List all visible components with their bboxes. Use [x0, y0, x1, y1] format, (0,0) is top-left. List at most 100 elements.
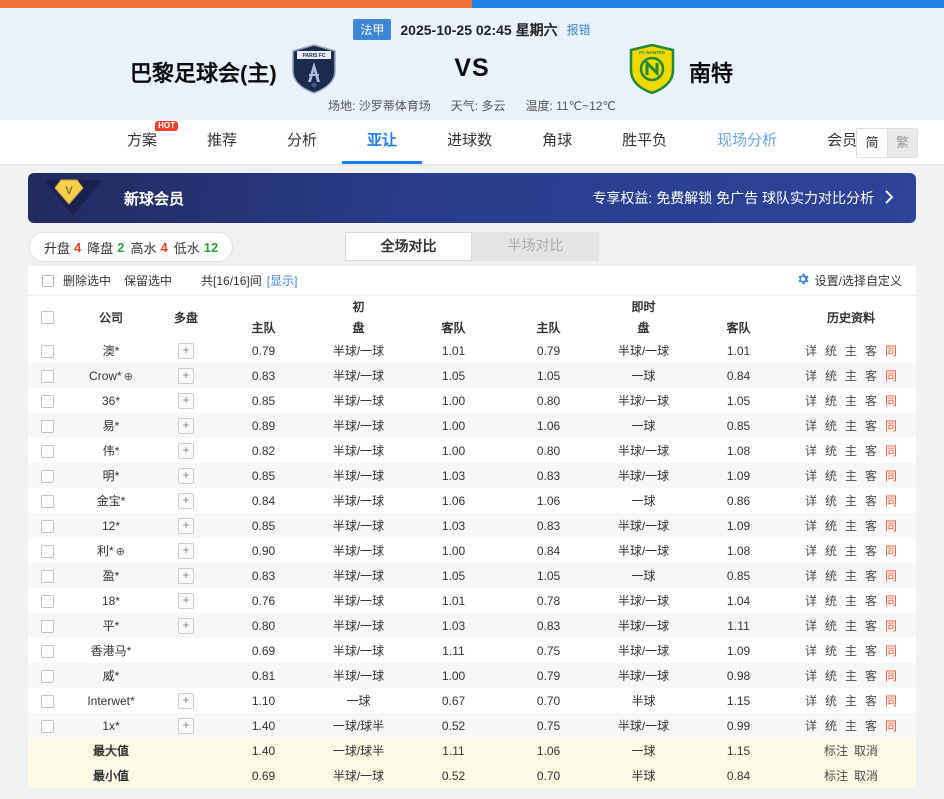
multi-odds-expand-button[interactable]: +: [178, 343, 194, 359]
company-name[interactable]: 易*: [103, 419, 120, 433]
history-same-link[interactable]: 同: [885, 419, 897, 433]
history-detail-link[interactable]: 详: [805, 494, 817, 508]
row-checkbox[interactable]: [41, 570, 54, 583]
history-stats-link[interactable]: 统: [825, 519, 837, 533]
history-away-link[interactable]: 客: [865, 544, 877, 558]
history-detail-link[interactable]: 详: [805, 544, 817, 558]
history-same-link[interactable]: 同: [885, 469, 897, 483]
history-detail-link[interactable]: 详: [805, 444, 817, 458]
multi-odds-expand-button[interactable]: +: [178, 418, 194, 434]
company-name[interactable]: Interwet*: [87, 694, 134, 708]
company-name[interactable]: 威*: [103, 669, 120, 683]
nav-tab-live-analysis[interactable]: 现场分析: [692, 120, 802, 164]
row-checkbox[interactable]: [41, 645, 54, 658]
select-all-checkbox[interactable]: [41, 311, 54, 324]
history-home-link[interactable]: 主: [845, 669, 857, 683]
nav-tab-win-draw-lose[interactable]: 胜平负: [597, 120, 692, 164]
history-stats-link[interactable]: 统: [825, 344, 837, 358]
history-away-link[interactable]: 客: [865, 444, 877, 458]
row-checkbox[interactable]: [41, 370, 54, 383]
multi-odds-expand-button[interactable]: +: [178, 393, 194, 409]
row-checkbox[interactable]: [41, 595, 54, 608]
history-same-link[interactable]: 同: [885, 694, 897, 708]
history-stats-link[interactable]: 统: [825, 644, 837, 658]
history-stats-link[interactable]: 统: [825, 369, 837, 383]
history-away-link[interactable]: 客: [865, 644, 877, 658]
history-away-link[interactable]: 客: [865, 344, 877, 358]
history-away-link[interactable]: 客: [865, 369, 877, 383]
history-detail-link[interactable]: 详: [805, 344, 817, 358]
row-checkbox[interactable]: [41, 545, 54, 558]
history-stats-link[interactable]: 统: [825, 569, 837, 583]
history-same-link[interactable]: 同: [885, 369, 897, 383]
cancel-link[interactable]: 取消: [854, 744, 878, 758]
history-away-link[interactable]: 客: [865, 669, 877, 683]
report-error-link[interactable]: 报错: [567, 21, 591, 38]
company-name[interactable]: 平*: [103, 619, 120, 633]
history-detail-link[interactable]: 详: [805, 644, 817, 658]
company-name[interactable]: 1x*: [102, 719, 119, 733]
company-name[interactable]: 利*: [97, 544, 114, 558]
row-checkbox[interactable]: [41, 520, 54, 533]
multi-odds-expand-button[interactable]: +: [178, 693, 194, 709]
league-badge[interactable]: 法甲: [353, 19, 391, 40]
row-checkbox[interactable]: [41, 345, 54, 358]
history-home-link[interactable]: 主: [845, 644, 857, 658]
vip-member-banner[interactable]: V 新球会员 专享权益: 免费解锁 免广告 球队实力对比分析: [28, 173, 916, 223]
row-checkbox[interactable]: [41, 720, 54, 733]
history-same-link[interactable]: 同: [885, 544, 897, 558]
history-stats-link[interactable]: 统: [825, 494, 837, 508]
history-detail-link[interactable]: 详: [805, 669, 817, 683]
half-match-compare-tab[interactable]: 半场对比: [472, 232, 599, 261]
company-name[interactable]: 明*: [103, 469, 120, 483]
row-checkbox[interactable]: [41, 670, 54, 683]
row-checkbox[interactable]: [41, 445, 54, 458]
history-home-link[interactable]: 主: [845, 344, 857, 358]
history-stats-link[interactable]: 统: [825, 419, 837, 433]
history-home-link[interactable]: 主: [845, 519, 857, 533]
history-away-link[interactable]: 客: [865, 394, 877, 408]
history-detail-link[interactable]: 详: [805, 569, 817, 583]
show-link[interactable]: [显示]: [267, 272, 298, 289]
mark-link[interactable]: 标注: [824, 769, 848, 783]
history-home-link[interactable]: 主: [845, 619, 857, 633]
history-same-link[interactable]: 同: [885, 344, 897, 358]
history-stats-link[interactable]: 统: [825, 394, 837, 408]
history-detail-link[interactable]: 详: [805, 469, 817, 483]
multi-odds-expand-button[interactable]: +: [178, 493, 194, 509]
company-name[interactable]: 36*: [102, 394, 120, 408]
history-same-link[interactable]: 同: [885, 719, 897, 733]
cancel-link[interactable]: 取消: [854, 769, 878, 783]
history-same-link[interactable]: 同: [885, 444, 897, 458]
history-away-link[interactable]: 客: [865, 619, 877, 633]
history-stats-link[interactable]: 统: [825, 719, 837, 733]
history-stats-link[interactable]: 统: [825, 469, 837, 483]
company-name[interactable]: 香港马*: [91, 644, 132, 658]
row-checkbox[interactable]: [41, 470, 54, 483]
company-name[interactable]: 18*: [102, 594, 120, 608]
keep-selected-button[interactable]: 保留选中: [124, 272, 172, 289]
lang-traditional-button[interactable]: 繁: [887, 129, 917, 157]
multi-odds-expand-button[interactable]: +: [178, 518, 194, 534]
history-home-link[interactable]: 主: [845, 594, 857, 608]
history-home-link[interactable]: 主: [845, 544, 857, 558]
nav-tab-corner[interactable]: 角球: [517, 120, 597, 164]
settings-customize-button[interactable]: 设置/选择自定义: [796, 272, 902, 289]
history-same-link[interactable]: 同: [885, 619, 897, 633]
history-detail-link[interactable]: 详: [805, 594, 817, 608]
row-checkbox[interactable]: [41, 495, 54, 508]
nav-tab-plans[interactable]: 方案HOT: [102, 120, 182, 164]
history-away-link[interactable]: 客: [865, 519, 877, 533]
multi-odds-expand-button[interactable]: +: [178, 368, 194, 384]
history-same-link[interactable]: 同: [885, 569, 897, 583]
history-stats-link[interactable]: 统: [825, 544, 837, 558]
history-detail-link[interactable]: 详: [805, 369, 817, 383]
delete-selected-button[interactable]: 删除选中: [63, 272, 111, 289]
row-checkbox[interactable]: [41, 695, 54, 708]
multi-odds-expand-button[interactable]: +: [178, 593, 194, 609]
history-away-link[interactable]: 客: [865, 494, 877, 508]
history-home-link[interactable]: 主: [845, 369, 857, 383]
history-stats-link[interactable]: 统: [825, 669, 837, 683]
multi-odds-expand-button[interactable]: +: [178, 443, 194, 459]
lang-simplified-button[interactable]: 简: [857, 129, 887, 157]
